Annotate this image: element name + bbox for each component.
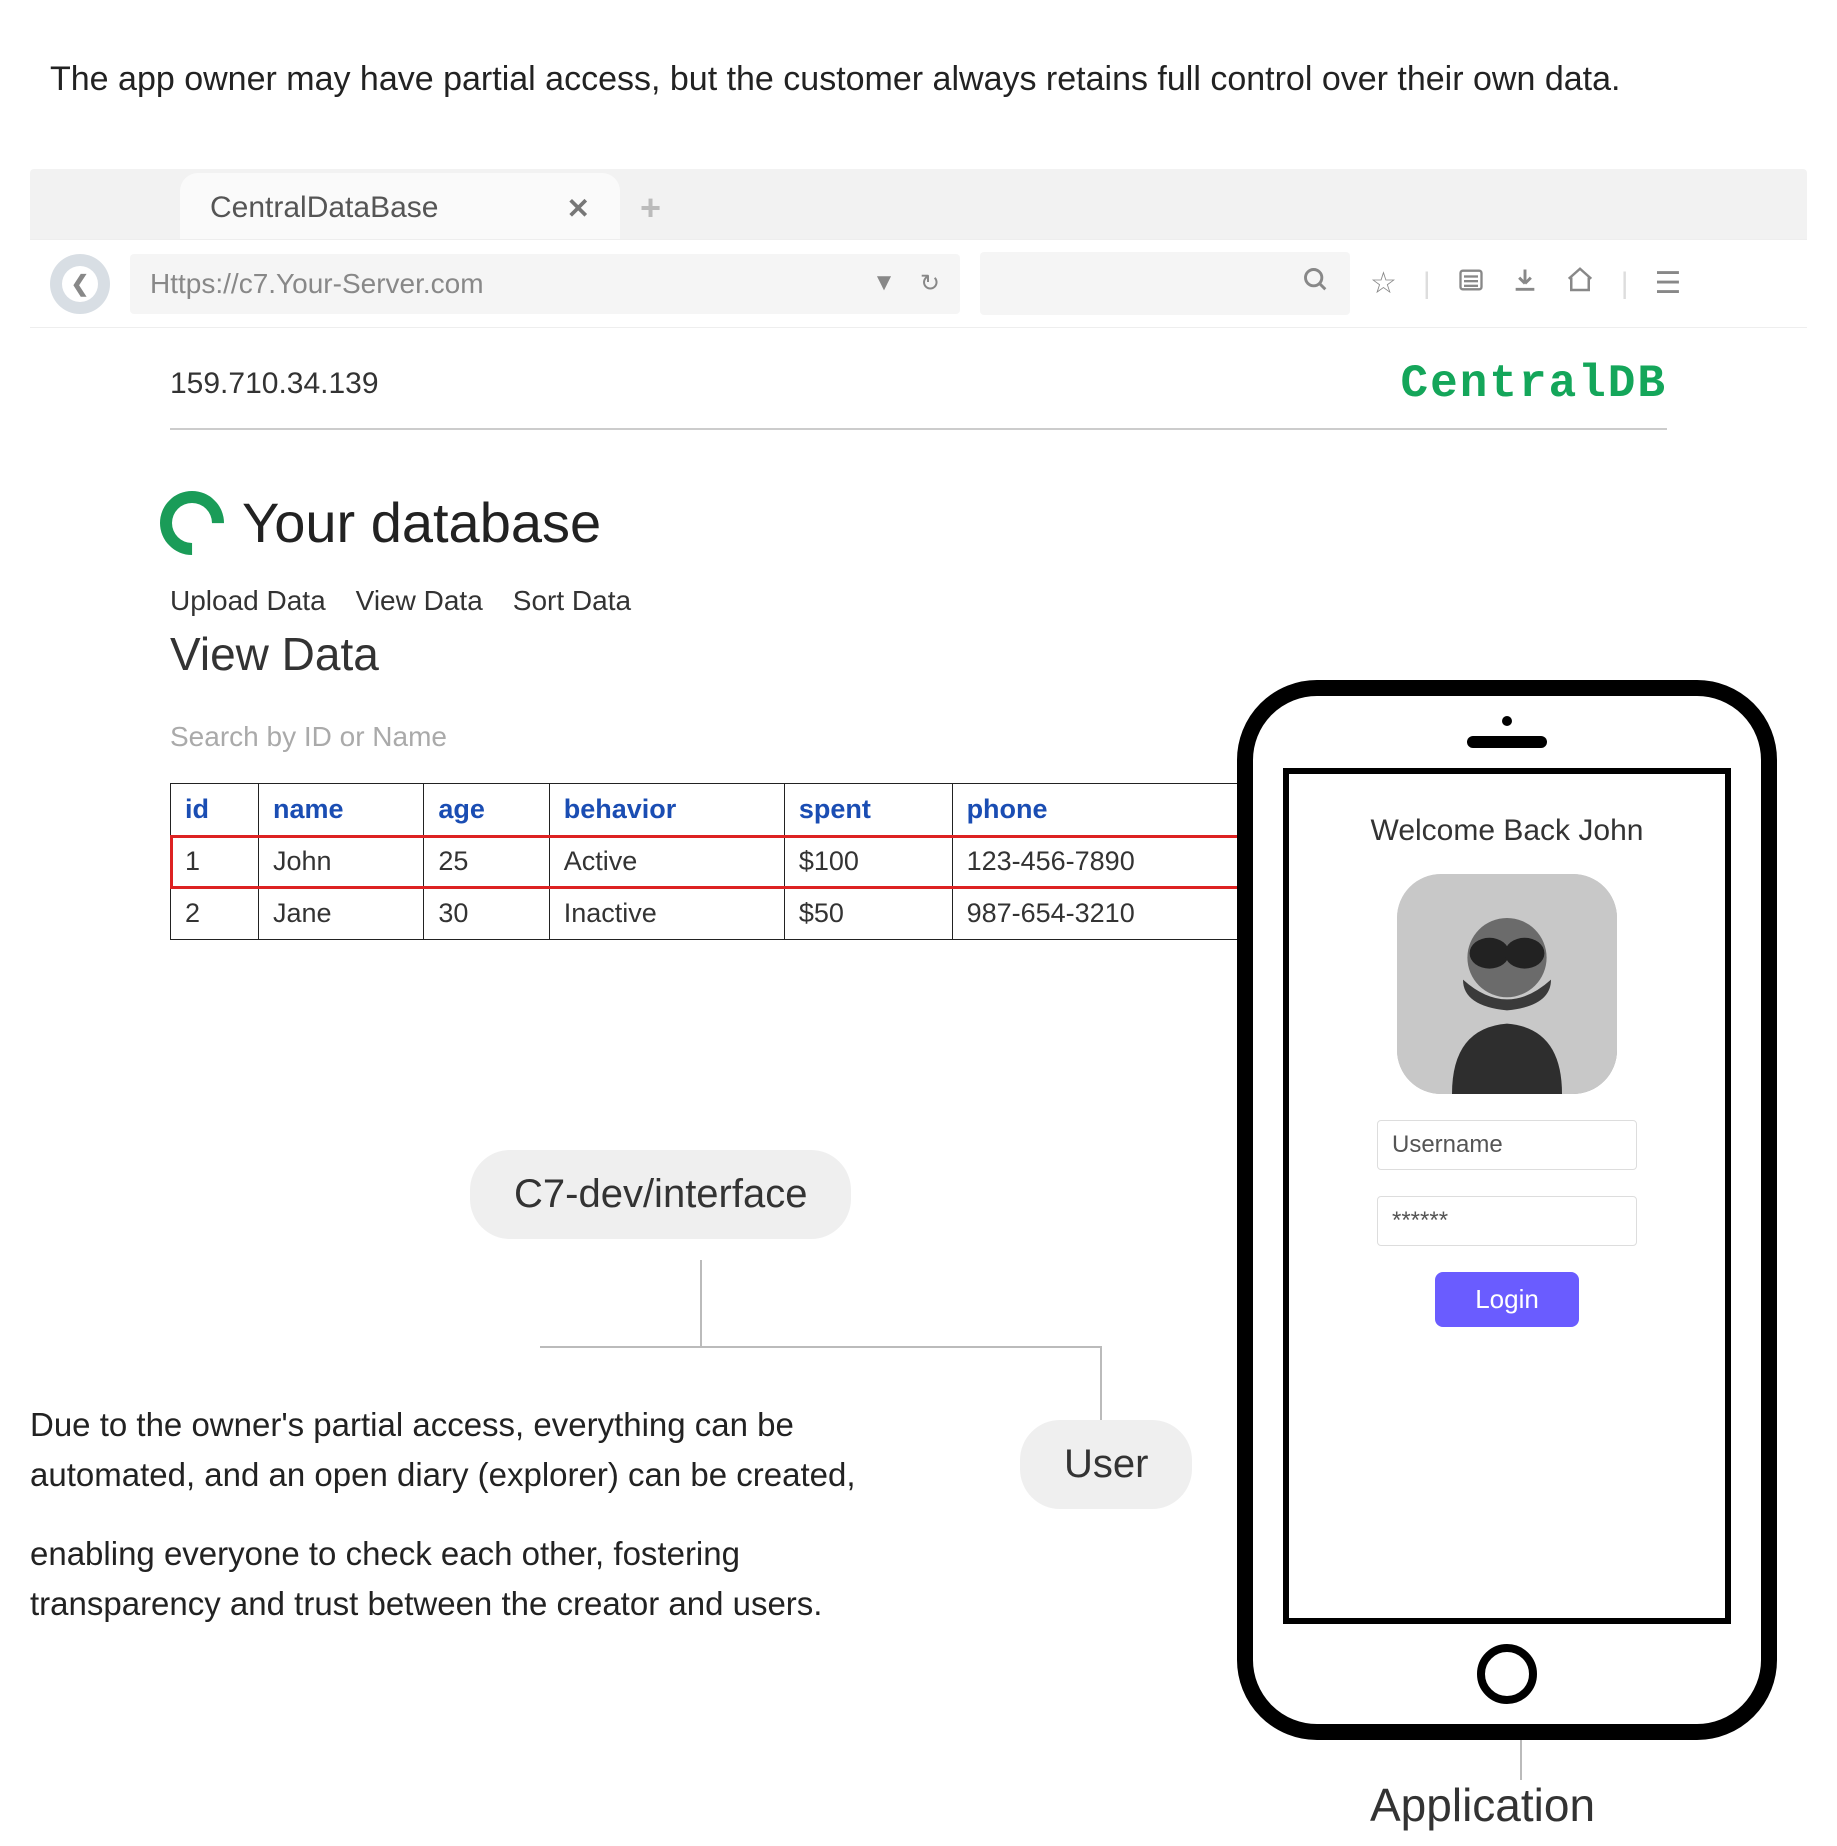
interface-label: C7-dev/interface xyxy=(470,1150,851,1239)
nav-sort[interactable]: Sort Data xyxy=(513,585,631,617)
url-text: Https://c7.Your-Server.com xyxy=(150,268,484,300)
col-behavior[interactable]: behavior xyxy=(549,784,784,836)
cell-phone: 987-654-3210 xyxy=(952,888,1279,940)
menu-icon[interactable]: ☰ xyxy=(1655,266,1682,301)
bottom-p1: Due to the owner's partial access, every… xyxy=(30,1400,930,1499)
login-button[interactable]: Login xyxy=(1435,1272,1579,1327)
separator: | xyxy=(1621,267,1629,301)
dropdown-icon[interactable]: ▼ xyxy=(872,269,896,298)
data-table: id name age behavior spent phone 1John25… xyxy=(170,783,1280,940)
address-bar-row: ❮ Https://c7.Your-Server.com ▼ ↻ ☆ | xyxy=(30,239,1807,328)
ip-address: 159.710.34.139 xyxy=(170,367,379,401)
connector-line xyxy=(1520,1740,1522,1780)
db-nav: Upload Data View Data Sort Data xyxy=(170,585,1667,617)
home-button-icon[interactable] xyxy=(1477,1644,1537,1704)
table-header-row: id name age behavior spent phone xyxy=(171,784,1280,836)
browser-search[interactable] xyxy=(980,252,1350,315)
username-field[interactable]: Username xyxy=(1377,1120,1637,1170)
cell-id: 1 xyxy=(171,836,259,888)
nav-upload[interactable]: Upload Data xyxy=(170,585,326,617)
connector-line xyxy=(540,1346,1100,1348)
back-arrow-icon: ❮ xyxy=(62,266,98,302)
cell-age: 25 xyxy=(424,836,549,888)
cell-spent: $50 xyxy=(784,888,952,940)
reload-icon[interactable]: ↻ xyxy=(920,269,940,298)
phone-speaker-icon xyxy=(1467,736,1547,748)
cell-id: 2 xyxy=(171,888,259,940)
table-row[interactable]: 2Jane30Inactive$50987-654-3210 xyxy=(171,888,1280,940)
bottom-description: Due to the owner's partial access, every… xyxy=(30,1400,930,1628)
star-icon[interactable]: ☆ xyxy=(1370,266,1397,301)
db-title: Your database xyxy=(242,490,601,555)
phone-screen: Welcome Back John Username ****** Login xyxy=(1283,768,1731,1624)
separator: | xyxy=(1423,267,1431,301)
bottom-p2: enabling everyone to check each other, f… xyxy=(30,1529,930,1628)
close-icon[interactable]: ✕ xyxy=(567,192,590,225)
top-caption: The app owner may have partial access, b… xyxy=(50,60,1787,99)
cell-phone: 123-456-7890 xyxy=(952,836,1279,888)
browser-tab[interactable]: CentralDataBase ✕ xyxy=(180,173,620,239)
connector-line xyxy=(700,1260,702,1346)
cell-name: Jane xyxy=(259,888,424,940)
connector-line xyxy=(1100,1346,1102,1426)
url-input[interactable]: Https://c7.Your-Server.com ▼ ↻ xyxy=(130,254,960,314)
user-label: User xyxy=(1020,1420,1192,1509)
col-phone[interactable]: phone xyxy=(952,784,1279,836)
nav-view[interactable]: View Data xyxy=(356,585,483,617)
col-spent[interactable]: spent xyxy=(784,784,952,836)
col-age[interactable]: age xyxy=(424,784,549,836)
tab-title: CentralDataBase xyxy=(210,191,438,225)
cell-age: 30 xyxy=(424,888,549,940)
cell-behavior: Inactive xyxy=(549,888,784,940)
search-icon xyxy=(1302,266,1330,301)
col-id[interactable]: id xyxy=(171,784,259,836)
cell-spent: $100 xyxy=(784,836,952,888)
home-icon[interactable] xyxy=(1565,265,1595,303)
list-icon[interactable] xyxy=(1457,266,1485,302)
password-field[interactable]: ****** xyxy=(1377,1196,1637,1246)
back-button[interactable]: ❮ xyxy=(50,254,110,314)
brand-logo: CentralDB xyxy=(1401,358,1667,410)
avatar xyxy=(1397,874,1617,1094)
cell-behavior: Active xyxy=(549,836,784,888)
col-name[interactable]: name xyxy=(259,784,424,836)
cell-name: John xyxy=(259,836,424,888)
db-logo-icon xyxy=(147,477,238,568)
new-tab-button[interactable]: + xyxy=(620,187,681,239)
application-label: Application xyxy=(1370,1778,1595,1832)
welcome-text: Welcome Back John xyxy=(1371,814,1644,848)
toolbar: ☆ | | ☰ xyxy=(1370,265,1681,303)
section-heading: View Data xyxy=(170,627,1667,681)
phone-mockup: Welcome Back John Username ****** Login xyxy=(1237,680,1777,1740)
phone-camera-icon xyxy=(1502,716,1512,726)
table-row[interactable]: 1John25Active$100123-456-7890 xyxy=(171,836,1280,888)
tab-bar: CentralDataBase ✕ + xyxy=(30,169,1807,239)
download-icon[interactable] xyxy=(1511,266,1539,302)
